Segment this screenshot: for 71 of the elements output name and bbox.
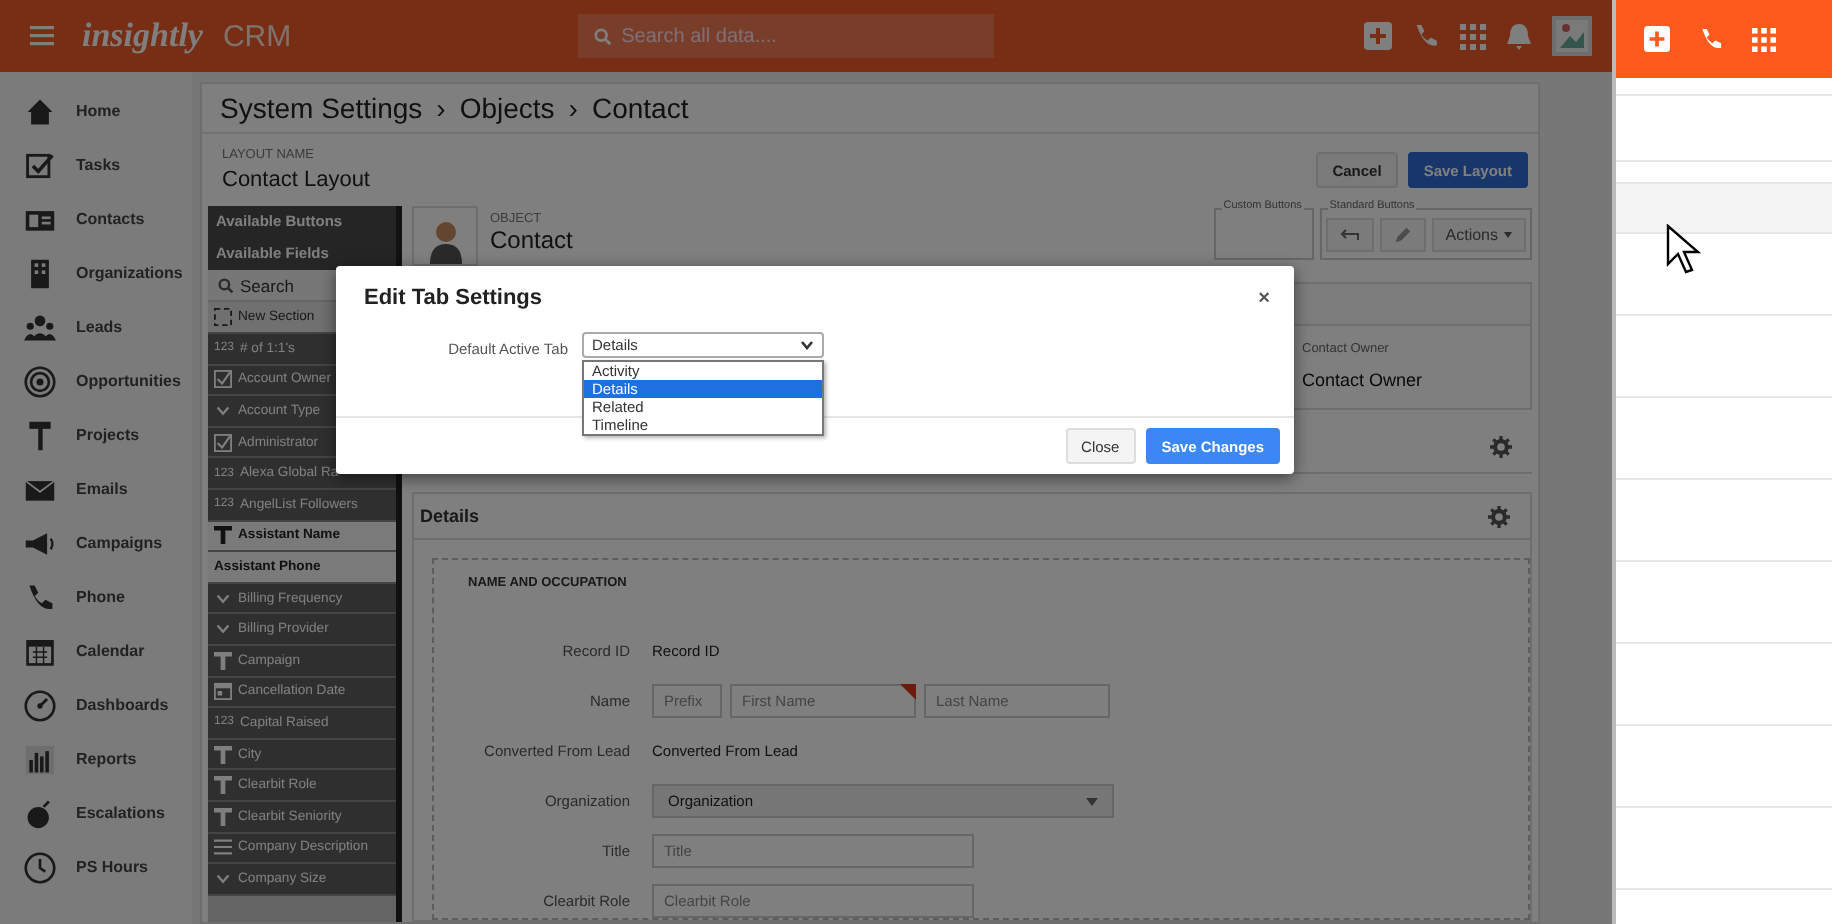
breadcrumb-separator: › (436, 92, 446, 124)
search-icon (593, 28, 612, 46)
user-avatar-icon[interactable] (1552, 16, 1592, 56)
sidebar-item[interactable]: Opportunities (0, 354, 192, 408)
chevron-down-icon (214, 869, 232, 888)
chevron-down-icon (800, 340, 814, 350)
field-value: Contact Owner (1302, 370, 1425, 390)
sidebar-item[interactable]: PS Hours (0, 840, 192, 894)
object-name: Contact (490, 226, 573, 254)
edit-button[interactable] (1379, 217, 1426, 251)
close-button[interactable]: × (1254, 287, 1274, 309)
sidebar-item[interactable]: Organizations (0, 246, 192, 300)
calendar-icon (214, 682, 232, 701)
bell-icon[interactable] (1506, 22, 1532, 50)
caret-icon (1086, 797, 1098, 805)
panel-title: Details (420, 506, 480, 526)
product-name: CRM (222, 19, 292, 53)
settings-icon[interactable] (1490, 435, 1512, 457)
layout-name: Contact Layout (222, 168, 370, 192)
brand-logo: insightly (82, 16, 203, 56)
bomb-icon (24, 797, 56, 829)
phone-icon (24, 581, 56, 613)
checkbox-icon (214, 433, 232, 452)
menu-icon[interactable] (30, 26, 54, 46)
person-silhouette-icon (429, 220, 461, 264)
actions-button[interactable]: Actions (1431, 217, 1526, 251)
sidebar-item[interactable]: Phone (0, 570, 192, 624)
breadcrumb-separator: › (568, 92, 578, 124)
chevron-down-icon (214, 401, 232, 420)
return-arrow-icon (1339, 227, 1360, 241)
breadcrumb-link[interactable]: Contact (591, 92, 689, 124)
plus-icon[interactable] (1364, 22, 1392, 50)
mouse-cursor-icon (1666, 224, 1702, 276)
sidebar-item[interactable]: Calendar (0, 624, 192, 678)
sidebar-item[interactable]: Escalations (0, 786, 192, 840)
lines-icon (214, 838, 232, 857)
checkbox-icon (24, 149, 56, 181)
breadcrumb-link[interactable]: System Settings (220, 92, 423, 124)
phone-icon[interactable] (1698, 26, 1724, 52)
target-icon (24, 365, 56, 397)
pencil-icon (1393, 225, 1412, 243)
gauge-icon (24, 689, 56, 721)
sidebar-item[interactable]: Home (0, 84, 192, 138)
plus-icon[interactable] (1644, 26, 1670, 52)
sidebar-item[interactable]: Emails (0, 462, 192, 516)
text-type-icon (214, 776, 232, 795)
sidebar-item[interactable]: Leads (0, 300, 192, 354)
text-type-icon (214, 807, 232, 826)
phone-icon[interactable] (1412, 22, 1440, 50)
sidebar-item[interactable]: Tasks (0, 138, 192, 192)
search-icon (218, 278, 234, 294)
sidebar-item[interactable]: Contacts (0, 192, 192, 246)
grid-icon[interactable] (1752, 27, 1776, 51)
home-icon (24, 95, 56, 127)
calendar-icon (24, 635, 56, 667)
clock-icon (24, 851, 56, 883)
settings-icon[interactable] (1488, 505, 1510, 527)
grid-icon[interactable] (1460, 23, 1486, 49)
dashed-square-icon (214, 308, 232, 326)
back-button[interactable] (1325, 217, 1374, 251)
sidebar-item[interactable]: Dashboards (0, 678, 192, 732)
people-icon (24, 311, 56, 343)
breadcrumb-link[interactable]: Objects (459, 92, 555, 124)
checkbox-icon (214, 370, 232, 389)
sidebar-item[interactable]: Campaigns (0, 516, 192, 570)
text-type-icon (214, 745, 232, 764)
sidebar-item[interactable]: Projects (0, 408, 192, 462)
bar-chart-icon (24, 743, 56, 775)
sidebar-item[interactable]: Reports (0, 732, 192, 786)
text-type-icon (214, 526, 232, 545)
text-type-icon (214, 651, 232, 670)
